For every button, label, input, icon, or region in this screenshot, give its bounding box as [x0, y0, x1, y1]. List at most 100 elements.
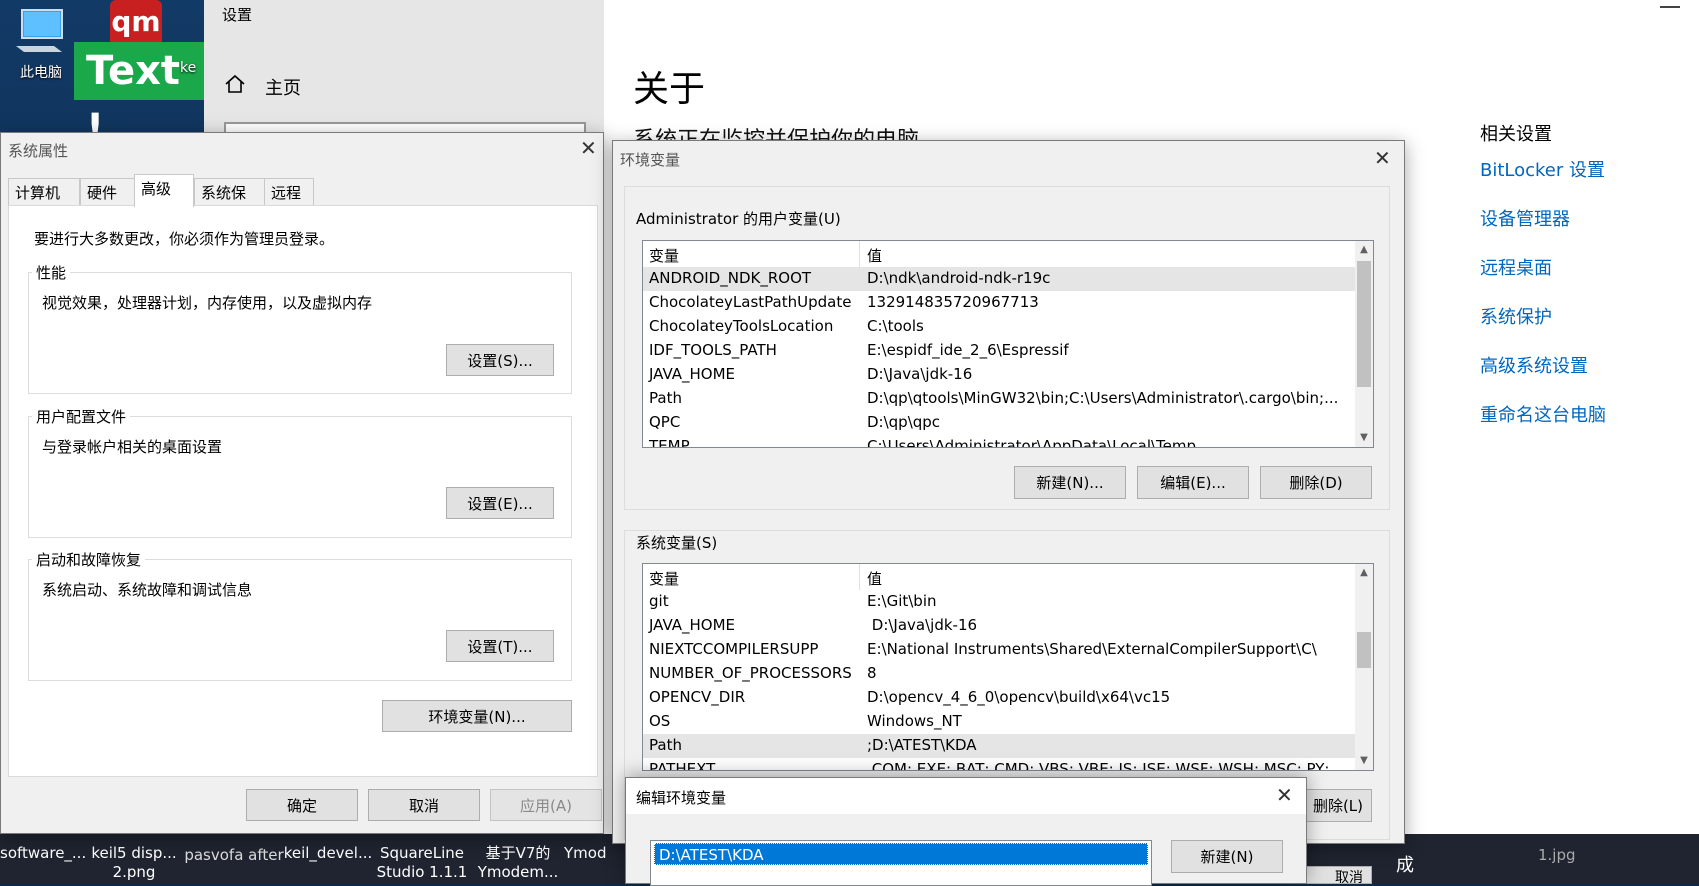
- list-row[interactable]: IDF_TOOLS_PATH E:\espidf_ide_2_6\Espressi…: [643, 339, 1373, 363]
- path-entries-list[interactable]: D:\ATEST\KDA: [650, 840, 1152, 886]
- list-row[interactable]: ChocolateyToolsLocation C:\tools: [643, 315, 1373, 339]
- rename-pc-link[interactable]: 重命名这台电脑: [1480, 401, 1606, 427]
- taskbar-item-software[interactable]: software_...: [0, 844, 87, 863]
- scroll-thumb[interactable]: [1357, 632, 1371, 668]
- close-icon[interactable]: ✕: [1374, 146, 1391, 170]
- related-settings-heading: 相关设置: [1480, 124, 1552, 145]
- row-name: git: [649, 592, 669, 610]
- list-row[interactable]: PATHEXT .COM;.EXE;.BAT;.CMD;.VBS;.VBE;.JS…: [643, 758, 1373, 771]
- system-properties-tabs: 计算机名 硬件 高级 系统保护 远程: [8, 174, 314, 223]
- close-icon[interactable]: ✕: [1276, 783, 1293, 807]
- desktop-partial-label: ke: [180, 60, 197, 76]
- startup-recovery-settings-button[interactable]: 设置(T)...: [446, 630, 554, 662]
- vertical-scrollbar[interactable]: ▲ ▼: [1355, 564, 1373, 770]
- row-name: NIEXTCCOMPILERSUPP: [649, 640, 819, 658]
- close-icon[interactable]: ✕: [580, 136, 597, 160]
- row-name: ChocolateyLastPathUpdate: [649, 293, 852, 311]
- settings-home-link[interactable]: 主页: [265, 74, 301, 100]
- list-row[interactable]: NIEXTCCOMPILERSUPP E:\National Instrument…: [643, 638, 1373, 662]
- list-row[interactable]: QPC D:\qp\qpc: [643, 411, 1373, 435]
- admin-note: 要进行大多数更改，你必须作为管理员登录。: [34, 230, 335, 248]
- taskbar-item-ymod[interactable]: Ymod: [564, 844, 612, 863]
- system-vars-list[interactable]: 变量 值 git E:\Git\bin JAVA_HOME D:\Java\jdk…: [642, 563, 1374, 771]
- scroll-down-icon[interactable]: ▼: [1355, 429, 1373, 447]
- row-name: Path: [649, 389, 682, 407]
- environment-variables-button[interactable]: 环境变量(N)...: [382, 700, 572, 732]
- scroll-up-icon[interactable]: ▲: [1355, 564, 1373, 582]
- performance-settings-button[interactable]: 设置(S)...: [446, 344, 554, 376]
- scroll-thumb[interactable]: [1357, 261, 1371, 387]
- system-protection-link[interactable]: 系统保护: [1480, 303, 1552, 329]
- path-entry-item[interactable]: D:\ATEST\KDA: [654, 843, 1148, 865]
- this-pc-icon[interactable]: [14, 6, 66, 56]
- taskbar-item-pasvofa[interactable]: pasvofa after: [184, 846, 284, 865]
- taskbar-item-label: software_...: [0, 844, 87, 862]
- taskbar-item-label: 基于V7的: [485, 844, 551, 862]
- list-row[interactable]: TEMP C:\Users\Administrator\AppData\Local…: [643, 435, 1373, 447]
- taskbar-item-ymodem-v7[interactable]: 基于V7的 Ymodem...: [472, 844, 564, 882]
- column-header-variable[interactable]: 变量: [649, 568, 679, 589]
- tab-advanced[interactable]: 高级: [134, 174, 194, 207]
- minimize-icon[interactable]: [1660, 6, 1680, 8]
- list-header: 变量 值: [643, 564, 1373, 590]
- tab-hardware[interactable]: 硬件: [80, 178, 136, 206]
- list-row[interactable]: NUMBER_OF_PROCESSORS 8: [643, 662, 1373, 686]
- row-name: OPENCV_DIR: [649, 688, 746, 706]
- user-var-delete-button[interactable]: 删除(D): [1260, 466, 1372, 499]
- qm-app-icon[interactable]: qm: [110, 0, 162, 46]
- row-value: .COM;.EXE;.BAT;.CMD;.VBS;.VBE;.JS;.JSE;.…: [867, 760, 1355, 771]
- taskbar-item-label: Ymodem...: [477, 863, 559, 881]
- user-vars-section-label: Administrator 的用户变量(U): [636, 210, 841, 228]
- home-icon[interactable]: [224, 74, 246, 94]
- tab-remote[interactable]: 远程: [264, 178, 314, 206]
- taskbar-file-1jpg[interactable]: 1.jpg: [1538, 846, 1576, 865]
- apply-button[interactable]: 应用(A): [490, 789, 602, 821]
- device-manager-link[interactable]: 设备管理器: [1480, 205, 1570, 231]
- column-header-value[interactable]: 值: [867, 245, 1355, 266]
- system-properties-title: 系统属性: [8, 142, 69, 160]
- user-profiles-desc: 与登录帐户相关的桌面设置: [42, 438, 223, 456]
- vertical-scrollbar[interactable]: ▲ ▼: [1355, 241, 1373, 447]
- cancel-button[interactable]: 取消: [368, 789, 480, 821]
- column-header-variable[interactable]: 变量: [649, 245, 679, 266]
- list-row[interactable]: OS Windows_NT: [643, 710, 1373, 734]
- edit-env-new-button[interactable]: 新建(N): [1171, 840, 1283, 873]
- user-vars-list[interactable]: 变量 值 ANDROID_NDK_ROOT D:\ndk\android-ndk-…: [642, 240, 1374, 448]
- taskbar-item-keil-devel[interactable]: keil_devel...: [282, 844, 374, 863]
- user-var-new-button[interactable]: 新建(N)...: [1014, 466, 1126, 499]
- row-name: ChocolateyToolsLocation: [649, 317, 834, 335]
- list-row[interactable]: ANDROID_NDK_ROOT D:\ndk\android-ndk-r19c: [643, 267, 1373, 291]
- tab-computer-name[interactable]: 计算机名: [8, 178, 80, 223]
- row-value: D:\Java\jdk-16: [867, 616, 978, 634]
- taskbar-item-keil5[interactable]: keil5 disp... 2.png: [86, 844, 182, 882]
- list-header: 变量 值: [643, 241, 1373, 267]
- advanced-system-settings-link[interactable]: 高级系统设置: [1480, 352, 1588, 378]
- row-value: C:\tools: [867, 317, 924, 335]
- settings-nav-pane: [204, 0, 604, 132]
- user-var-edit-button[interactable]: 编辑(E)...: [1137, 466, 1249, 499]
- row-name: IDF_TOOLS_PATH: [649, 341, 777, 359]
- tab-system-protection[interactable]: 系统保护: [194, 178, 266, 223]
- row-value: E:\Git\bin: [867, 592, 937, 610]
- ok-button[interactable]: 确定: [246, 789, 358, 821]
- list-row[interactable]: JAVA_HOME D:\Java\jdk-16: [643, 363, 1373, 387]
- settings-window-title: 设置: [222, 6, 253, 24]
- list-row[interactable]: Path ;D:\ATEST\KDA: [643, 734, 1373, 758]
- list-row[interactable]: JAVA_HOME D:\Java\jdk-16: [643, 614, 1373, 638]
- row-name: JAVA_HOME: [649, 616, 736, 634]
- taskbar-item-squareline[interactable]: SquareLine Studio 1.1.1: [374, 844, 470, 882]
- this-pc-label: 此电脑: [20, 65, 62, 81]
- column-header-value[interactable]: 值: [867, 568, 1355, 589]
- bitlocker-settings-link[interactable]: BitLocker 设置: [1480, 156, 1605, 182]
- user-profiles-settings-button[interactable]: 设置(E)...: [446, 487, 554, 519]
- list-row[interactable]: Path D:\qp\qtools\MinGW32\bin;C:\Users\Ad…: [643, 387, 1373, 411]
- row-value: D:\ndk\android-ndk-r19c: [867, 269, 1051, 287]
- row-value: D:\qp\qtools\MinGW32\bin;C:\Users\Admini…: [867, 389, 1339, 407]
- list-row[interactable]: git E:\Git\bin: [643, 590, 1373, 614]
- remote-desktop-link[interactable]: 远程桌面: [1480, 254, 1552, 280]
- scroll-down-icon[interactable]: ▼: [1355, 752, 1373, 770]
- scroll-up-icon[interactable]: ▲: [1355, 241, 1373, 259]
- list-row[interactable]: OPENCV_DIR D:\opencv_4_6_0\opencv\build\x…: [643, 686, 1373, 710]
- list-row[interactable]: ChocolateyLastPathUpdate 1329148357209677…: [643, 291, 1373, 315]
- row-name: OS: [649, 712, 671, 730]
